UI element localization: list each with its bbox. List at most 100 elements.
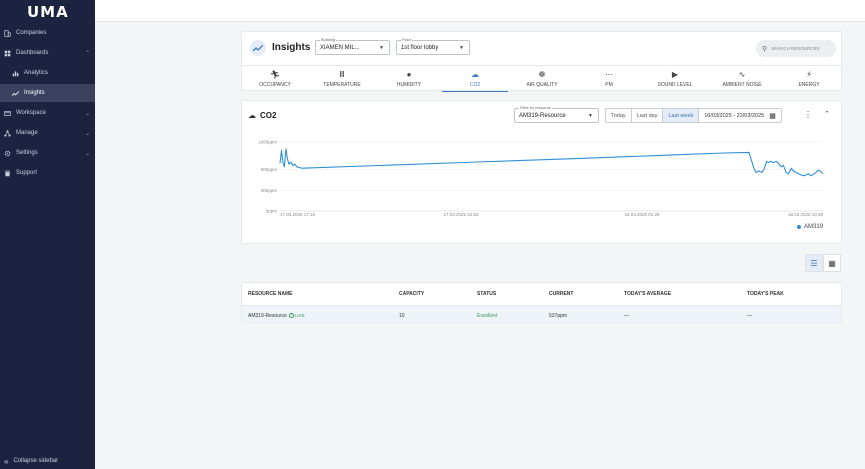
date-range-picker[interactable]: 16/03/2025 - 22/03/2025 ▦ (699, 109, 781, 122)
date-range-value: 16/03/2025 - 22/03/2025 (704, 112, 765, 119)
particles-icon: ⋯ (605, 70, 613, 79)
series-line-am319 (279, 148, 824, 177)
table-row[interactable]: AM319-Resource LIVE 10 Excellent 537ppm —… (242, 305, 841, 324)
tab-label: TEMPERATURE (323, 82, 361, 88)
tab-label: AIR QUALITY (526, 82, 558, 88)
building-select[interactable]: Building XIAMEN MIL... ▼ (315, 37, 390, 55)
search-placeholder: SEARCH RESOURCES (771, 46, 820, 51)
sidebar-item-label: Analytics (24, 70, 49, 76)
sidebar-item-companies[interactable]: Companies (0, 24, 95, 42)
sidebar-item-label: Workspace (16, 110, 46, 116)
tab-co2[interactable]: ☁ CO2 (442, 66, 508, 92)
view-toggle: ☰ ▦ (805, 254, 841, 272)
search-input[interactable]: ⚲ SEARCH RESOURCES (756, 40, 836, 57)
dropdown-arrow-icon: ▼ (588, 113, 593, 119)
dashboard-icon (4, 50, 11, 56)
tab-label: ENERGY (798, 82, 820, 88)
tab-label: SOUND LEVEL (657, 82, 693, 88)
tab-temperature[interactable]: Ⅲ TEMPERATURE (309, 66, 375, 92)
collapse-sidebar-button[interactable]: « Collapse sidebar (0, 453, 58, 469)
gear-icon (4, 150, 11, 156)
column-header: CURRENT (549, 291, 574, 297)
status-cell: Excellent (477, 313, 498, 319)
sidebar-item-manage[interactable]: Manage ⌄ (0, 124, 95, 142)
sidebar-item-analytics[interactable]: Analytics (0, 64, 95, 82)
average-cell: — (624, 313, 629, 319)
tab-energy[interactable]: ⚡︎ ENERGY (776, 66, 842, 92)
top-bar (95, 0, 865, 22)
sidebar: UMA Companies Dashboards ⌃ Analytics Ins… (0, 0, 95, 469)
floor-select-value: 1st floor lobby (401, 45, 439, 51)
sidebar-item-label: Support (16, 170, 38, 176)
window-icon (4, 110, 11, 116)
tab-pm[interactable]: ⋯ PM (576, 66, 642, 92)
chevron-up-icon: ⌃ (84, 50, 90, 57)
sidebar-item-label: Companies (16, 30, 47, 36)
page-title: Insights (272, 42, 311, 53)
y-tick-label: 600ppm (261, 167, 278, 172)
resource-name: AM319-Resource (248, 313, 287, 319)
current-cell: 537ppm (549, 313, 568, 319)
book-icon (5, 170, 10, 176)
peak-cell: — (747, 313, 752, 319)
tab-label: OCCUPANCY (259, 82, 291, 88)
time-range-group: Today Last day Last week 16/03/2025 - 22… (605, 108, 782, 123)
column-header: STATUS (477, 291, 497, 297)
legend-label: AM319 (804, 224, 824, 230)
app-logo: UMA (27, 3, 69, 21)
co2-chart-card: ☁ CO2 Filter by resource AM319-Resource … (241, 100, 842, 244)
sidebar-item-settings[interactable]: Settings ⌄ (0, 144, 95, 162)
x-tick-label: 17.03.2025 17:18 (280, 212, 316, 217)
calendar-icon: ▦ (769, 112, 776, 120)
sidebar-item-workspace[interactable]: Workspace ⌄ (0, 104, 95, 122)
trend-icon (250, 40, 266, 56)
range-last-week-button[interactable]: Last week (663, 109, 700, 122)
chevron-down-icon: ⌄ (84, 150, 90, 157)
tab-occupancy[interactable]: 🏃︎ OCCUPANCY (242, 66, 308, 92)
x-tick-label: 18.03.2025 04:25 (624, 212, 660, 217)
live-dot-icon (288, 313, 294, 319)
building-select-value: XIAMEN MIL... (320, 45, 360, 51)
resource-filter-label: Filter by resource (519, 105, 552, 110)
sidebar-item-insights[interactable]: Insights (0, 84, 95, 102)
sidebar-item-label: Insights (24, 90, 45, 96)
range-today-button[interactable]: Today (606, 109, 632, 122)
chevron-down-icon: ⌄ (84, 110, 90, 117)
tab-label: HUMIDITY (396, 82, 422, 88)
chevron-down-icon: ⌄ (84, 130, 90, 137)
x-tick-label: 17.03.2025 22:52 (443, 212, 479, 217)
cloud-icon: ☁ (471, 70, 479, 79)
tab-label: CO2 (469, 82, 481, 88)
tab-ambient-noise[interactable]: ∿ AMBIENT NOISE (709, 66, 775, 92)
ear-icon: ∿ (738, 70, 746, 79)
metric-tabs: 🏃︎ OCCUPANCY Ⅲ TEMPERATURE ● HUMIDITY ☁ CO2 … (242, 65, 842, 92)
search-icon: ⚲ (762, 45, 768, 53)
hierarchy-icon (4, 129, 11, 137)
range-last-day-button[interactable]: Last day (632, 109, 664, 122)
tab-sound-level[interactable]: ▶ SOUND LEVEL (642, 66, 708, 92)
live-label: LIVE (294, 313, 305, 318)
insights-header-card: Insights Building XIAMEN MIL... ▼ Floor … (241, 31, 842, 92)
floor-select-label: Floor (401, 37, 413, 42)
column-header: TODAY'S AVERAGE (624, 291, 672, 297)
speaker-icon: ▶ (671, 70, 679, 79)
x-tick-label: 18.03.2025 10:28 (788, 212, 824, 217)
sidebar-item-label: Dashboards (16, 50, 49, 56)
person-walk-icon: 🏃︎ (269, 70, 281, 79)
grid-view-icon[interactable]: ▦ (823, 254, 841, 272)
y-tick-label: 1000ppm (258, 140, 277, 145)
live-badge: LIVE (287, 313, 305, 319)
more-options-icon[interactable]: ⋮ (804, 110, 812, 119)
tab-air-quality[interactable]: ❁ AIR QUALITY (509, 66, 575, 92)
chevron-up-icon[interactable]: ⌃ (824, 110, 830, 118)
bolt-icon: ⚡︎ (806, 70, 812, 79)
trend-icon (12, 90, 19, 96)
floor-select[interactable]: Floor 1st floor lobby ▼ (396, 37, 470, 55)
sidebar-item-support[interactable]: Support (0, 164, 95, 182)
list-view-icon[interactable]: ☰ (805, 254, 823, 272)
tab-label: AMBIENT NOISE (722, 82, 762, 88)
sidebar-item-dashboards[interactable]: Dashboards ⌃ (0, 44, 95, 62)
resource-filter-select[interactable]: Filter by resource AM319-Resource ▼ (514, 105, 599, 123)
chart-title: CO2 (260, 111, 277, 120)
tab-humidity[interactable]: ● HUMIDITY (376, 66, 442, 92)
